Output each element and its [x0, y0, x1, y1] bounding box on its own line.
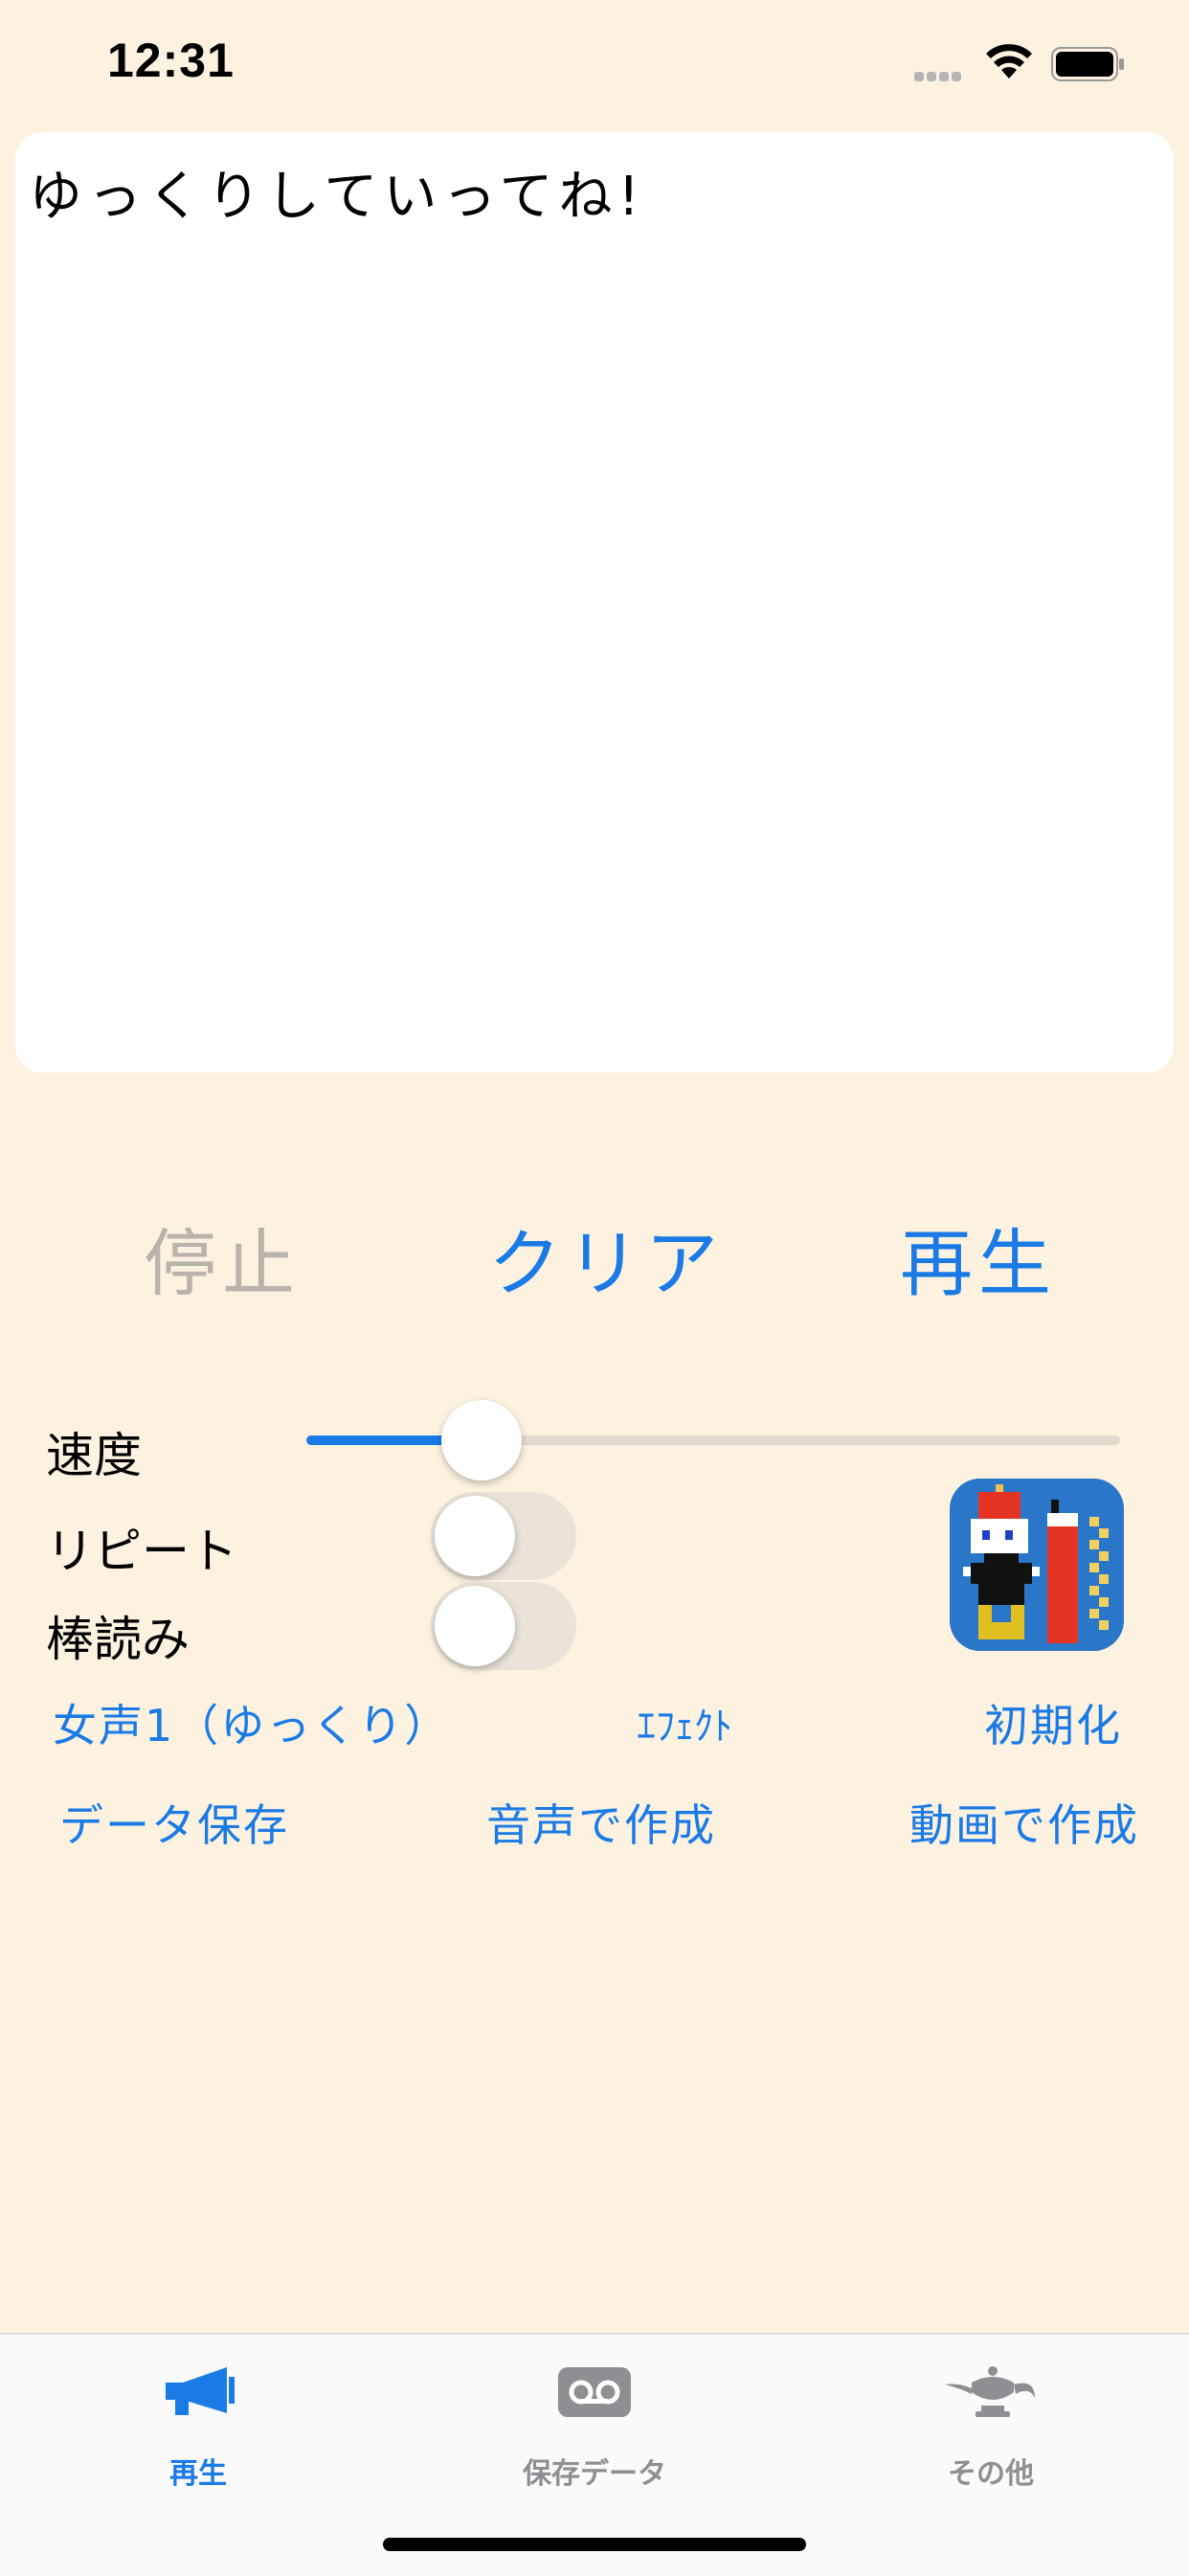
battery-icon [1051, 47, 1126, 81]
repeat-toggle-knob [435, 1496, 515, 1576]
tab-other[interactable]: その他 [793, 2335, 1189, 2526]
clear-button[interactable]: クリア [488, 1205, 724, 1310]
reset-button[interactable]: 初期化 [984, 1691, 1122, 1754]
megaphone-icon [160, 2363, 236, 2425]
create-video-button[interactable]: 動画で作成 [909, 1791, 1139, 1854]
save-data-button[interactable]: データ保存 [59, 1791, 289, 1854]
tab-other-label: その他 [948, 2457, 1034, 2491]
tab-saved-data-label: 保存データ [523, 2457, 666, 2491]
speed-slider-thumb[interactable] [440, 1400, 522, 1480]
stop-button[interactable]: 停止 [144, 1205, 301, 1310]
voice-select-button[interactable]: 女声1（ゆっくり） [53, 1691, 450, 1754]
voicemail-icon [556, 2363, 633, 2425]
home-indicator [383, 2538, 806, 2551]
tab-play-label: 再生 [169, 2457, 227, 2491]
tab-saved-data[interactable]: 保存データ [396, 2335, 793, 2526]
repeat-label: リピート [46, 1524, 237, 1579]
bouyomi-toggle-knob [435, 1586, 515, 1666]
tab-play[interactable]: 再生 [0, 2335, 396, 2526]
speed-label: 速度 [46, 1428, 142, 1483]
wifi-icon [984, 40, 1034, 82]
bouyomi-label: 棒読み [46, 1612, 190, 1667]
character-icon[interactable] [950, 1479, 1124, 1651]
play-button[interactable]: 再生 [900, 1205, 1057, 1310]
bouyomi-toggle[interactable] [431, 1582, 576, 1670]
text-input-area[interactable] [15, 132, 1174, 1073]
text-input-content[interactable]: ゆっくりしていってね! [29, 153, 645, 231]
cellular-signal-icon [914, 67, 972, 81]
effect-button[interactable]: ｴﾌｪｸﾄ [637, 1695, 732, 1751]
status-time: 12:31 [107, 34, 235, 87]
repeat-toggle[interactable] [431, 1492, 576, 1580]
magic-lamp-icon [943, 2363, 1039, 2425]
create-audio-button[interactable]: 音声で作成 [486, 1791, 716, 1854]
